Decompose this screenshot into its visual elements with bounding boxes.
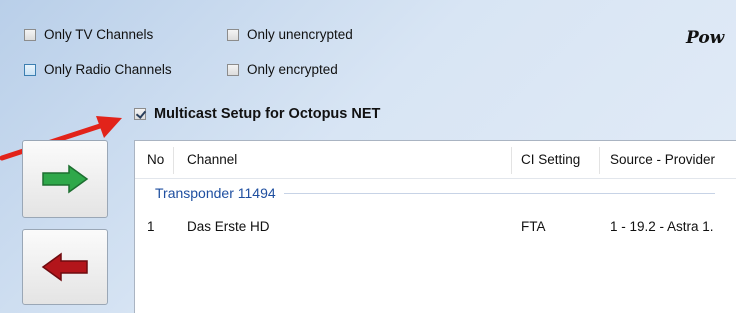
group-divider-line (283, 192, 715, 194)
filter-only-radio[interactable]: Only Radio Channels (24, 62, 172, 77)
multicast-setup-option[interactable]: Multicast Setup for Octopus NET (134, 106, 380, 122)
only-unencrypted-checkbox[interactable] (227, 28, 239, 41)
column-header-ci-setting[interactable]: CI Setting (521, 152, 580, 167)
brand-title: Pow (686, 28, 725, 48)
column-header-channel[interactable]: Channel (187, 152, 237, 167)
column-header-source-provider[interactable]: Source - Provider (610, 152, 715, 167)
only-radio-checkbox[interactable] (24, 63, 36, 76)
red-left-arrow-icon (41, 252, 88, 282)
column-divider[interactable] (599, 147, 600, 174)
column-divider[interactable] (511, 147, 512, 174)
only-tv-checkbox[interactable] (24, 28, 36, 41)
only-tv-label: Only TV Channels (44, 27, 154, 42)
filter-only-tv[interactable]: Only TV Channels (24, 27, 153, 42)
only-unencrypted-label: Only unencrypted (247, 27, 353, 42)
green-right-arrow-icon (42, 164, 89, 194)
table-header: No Channel CI Setting Source - Provider (135, 141, 736, 179)
remove-from-multicast-button[interactable] (22, 229, 108, 305)
add-to-multicast-button[interactable] (22, 140, 108, 218)
row-source-provider: 1 - 19.2 - Astra 1. (610, 219, 714, 234)
only-encrypted-checkbox[interactable] (227, 63, 239, 76)
transponder-group-header[interactable]: Transponder 11494 (155, 185, 715, 201)
row-ci-setting: FTA (521, 219, 546, 234)
row-no: 1 (147, 219, 155, 234)
filter-only-unencrypted[interactable]: Only unencrypted (227, 27, 353, 42)
transponder-group-label: Transponder 11494 (155, 185, 276, 201)
only-radio-label: Only Radio Channels (44, 62, 172, 77)
channel-filter-panel: Only TV Channels Only Radio Channels Onl… (0, 0, 736, 313)
row-channel: Das Erste HD (187, 219, 270, 234)
channel-table: No Channel CI Setting Source - Provider … (134, 140, 736, 313)
column-divider[interactable] (173, 147, 174, 174)
filter-only-encrypted[interactable]: Only encrypted (227, 62, 338, 77)
column-header-no[interactable]: No (147, 152, 164, 167)
only-encrypted-label: Only encrypted (247, 62, 338, 77)
multicast-setup-label: Multicast Setup for Octopus NET (154, 106, 381, 122)
